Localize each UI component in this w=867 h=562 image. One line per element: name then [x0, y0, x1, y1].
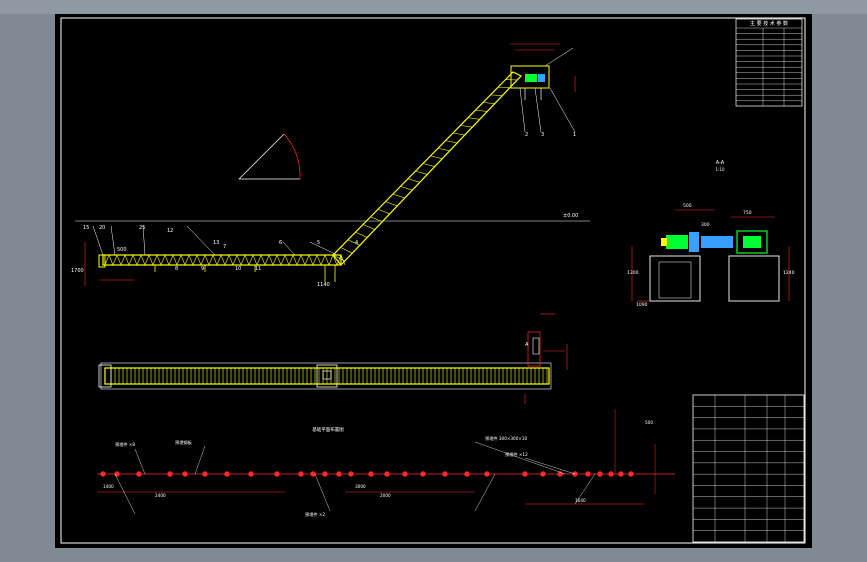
inclined-truss-web: [332, 79, 518, 262]
side-dim-label: 20: [99, 225, 105, 231]
side-dim-label: 10: [235, 266, 241, 272]
foundation-anchor: [224, 471, 230, 477]
inclined-truss: [332, 71, 522, 266]
foundation-anchor: [522, 471, 528, 477]
title-block: [692, 394, 805, 543]
foundation-anchor: [336, 471, 342, 477]
conveyor-side-elevation[interactable]: ±0.00 15 20 25500121311109876 5 432 1114…: [71, 43, 590, 288]
foundation-note: 预埋钢板: [175, 439, 193, 446]
incline-angle-indicator: [238, 133, 301, 180]
drive-dim-label: 750: [743, 210, 752, 216]
side-dim-label: 1: [573, 132, 576, 138]
foundation-anchor: [442, 471, 448, 477]
drive-dim-label: 300: [701, 222, 710, 228]
drawing-sheet[interactable]: 主 要 技 术 参 数 ±0.00 15 20 25 500 12 13 11 …: [55, 14, 812, 548]
elevation-label: ±0.00: [563, 213, 578, 219]
foundation-anchor: [402, 471, 408, 477]
side-dim-label: 6: [279, 240, 282, 246]
side-dim-label: 5: [317, 240, 320, 246]
drive-shaft: [701, 236, 733, 248]
foundation-anchor: [100, 471, 106, 477]
foundation-anchor: [322, 471, 328, 477]
cad-viewport[interactable]: 主 要 技 术 参 数 ±0.00 15 20 25 500 12 13 11 …: [0, 0, 867, 562]
drive-dim-label: 1240: [783, 270, 795, 276]
foundation-dim-label: 1400: [103, 484, 114, 489]
side-dim-label: 15: [83, 225, 89, 231]
drive-detail-section[interactable]: A-A 1:10 130050075030010901240: [627, 160, 795, 308]
foundation-anchor: [384, 471, 390, 477]
drawing-canvas[interactable]: 主 要 技 术 参 数 ±0.00 15 20 2550012131110987…: [55, 14, 812, 548]
foundation-dim-label: 500: [645, 420, 653, 425]
viewport-title-strip: [0, 0, 867, 14]
foundation-anchor: [114, 471, 120, 477]
foundation-dim-label: 3000: [355, 484, 366, 489]
conveyor-plan-view[interactable]: A: [98, 313, 568, 404]
drive-dim-label: 500: [683, 203, 692, 209]
plan-section-mark: A: [525, 342, 529, 348]
side-dim-label: 8: [175, 266, 178, 272]
foundation-note: 预埋件 300×300×10: [485, 435, 528, 442]
foundation-anchor: [310, 471, 316, 477]
side-dim-label: 25: [139, 225, 145, 231]
side-dim-label: 3: [541, 132, 544, 138]
detail-scale: 1:10: [716, 167, 725, 172]
foundation-dim-label: 2400: [155, 493, 166, 498]
side-dim-label: 13: [213, 240, 219, 246]
foundation-title: 基础平面布置图: [312, 426, 344, 433]
foundation-note: 预埋件 ×12: [505, 451, 528, 458]
head-drive-motor: [525, 74, 537, 82]
technical-parameter-table: 主 要 技 术 参 数: [735, 18, 803, 107]
drive-dim-label: 1090: [636, 302, 648, 308]
side-dim-label: 500: [117, 247, 127, 253]
horizontal-truss-web: [104, 254, 346, 266]
foundation-note: 预埋件 ×8: [115, 441, 135, 448]
foundation-anchor: [348, 471, 354, 477]
side-dim-label: 2: [525, 132, 528, 138]
drive-coupling: [689, 232, 699, 252]
drive-dim-label: 1300: [627, 270, 639, 276]
foundation-note: 预埋件 ×2: [305, 511, 325, 518]
foundation-anchor: [540, 471, 546, 477]
foundation-anchor: [167, 471, 173, 477]
foundation-plan[interactable]: 基础平面布置图 预埋件 ×8 预埋钢板预埋件 300×300×10预埋件 ×12…: [97, 409, 675, 518]
foundation-anchor: [618, 471, 624, 477]
foundation-anchor: [628, 471, 634, 477]
side-dim-label: 7: [223, 244, 226, 250]
drive-motor: [666, 235, 688, 249]
foundation-anchor: [368, 471, 374, 477]
foundation-anchor: [608, 471, 614, 477]
side-dim-label: 11: [255, 266, 261, 272]
side-dim-label: 1140: [317, 282, 330, 288]
technical-table-title: 主 要 技 术 参 数: [750, 20, 788, 27]
foundation-anchor: [136, 471, 142, 477]
foundation-anchor: [202, 471, 208, 477]
foundation-anchor: [420, 471, 426, 477]
foundation-dim-label: 1640: [575, 498, 586, 503]
foundation-anchor: [298, 471, 304, 477]
side-dim-label: 12: [167, 228, 173, 234]
side-dim-label: 9: [201, 266, 204, 272]
drawing-frame: [60, 17, 806, 544]
detail-label: A-A: [716, 160, 725, 166]
side-dim-label: 1700: [71, 268, 84, 274]
foundation-anchor: [274, 471, 280, 477]
foundation-anchor: [248, 471, 254, 477]
side-dim-label: 4: [355, 240, 358, 246]
foundation-anchor: [597, 471, 603, 477]
foundation-anchor: [182, 471, 188, 477]
foundation-anchor: [585, 471, 591, 477]
head-drive-reducer: [538, 74, 545, 82]
foundation-anchor: [557, 471, 563, 477]
foundation-dim-label: 2000: [380, 493, 391, 498]
foundation-anchor: [484, 471, 490, 477]
foundation-anchor: [464, 471, 470, 477]
